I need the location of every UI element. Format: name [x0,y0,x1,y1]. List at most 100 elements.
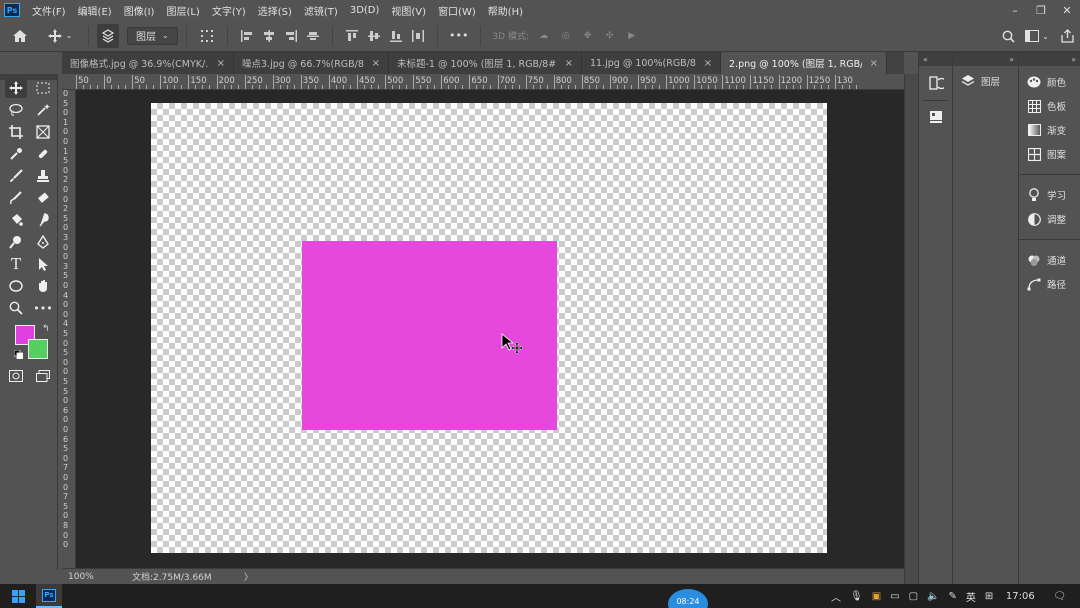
app-tray-icon[interactable]: ▣ [872,591,881,602]
align-left-icon[interactable] [236,24,258,48]
panel-collapse-bar[interactable]: » [1019,52,1080,66]
3d-roll-icon[interactable]: ◎ [555,24,577,48]
more-options-button[interactable]: ••• [446,24,472,48]
history-icon[interactable] [919,66,952,100]
workspace-icon[interactable]: ⌄ [1020,24,1054,48]
search-icon[interactable] [996,24,1020,48]
align-middle-icon[interactable] [363,24,385,48]
zoom-level[interactable]: 100% [62,572,132,582]
menu-type[interactable]: 文字(Y) [206,3,252,18]
dodge-tool-icon[interactable] [5,232,27,252]
home-icon[interactable] [0,24,40,48]
battery-icon[interactable]: ▭ [890,591,899,602]
more-tools-icon[interactable]: ••• [32,298,54,318]
microphone-icon[interactable]: 🎙 [850,591,863,602]
clock[interactable]: 17:06 [1002,591,1038,602]
restore-button[interactable]: ❐ [1028,0,1054,20]
minimize-button[interactable]: – [1002,0,1028,20]
pen-icon[interactable]: ✎ [949,591,957,602]
panel-item-patterns[interactable]: 图案 [1019,142,1080,166]
menu-file[interactable]: 文件(F) [26,3,72,18]
align-vertical-icon[interactable] [302,24,324,48]
close-icon[interactable]: × [870,58,878,69]
3d-slide-icon[interactable]: ✣ [599,24,621,48]
windows-start-icon[interactable] [0,584,36,608]
align-bottom-icon[interactable] [385,24,407,48]
eraser-tool-icon[interactable] [32,188,54,208]
canvas-workspace[interactable] [76,90,904,568]
menu-image[interactable]: 图像(I) [118,3,161,18]
default-colors-icon[interactable] [13,349,24,360]
healing-brush-tool-icon[interactable] [32,144,54,164]
magic-wand-tool-icon[interactable] [32,100,54,120]
display-icon[interactable]: ▢ [909,591,918,602]
notification-icon[interactable]: 🗨 [1053,591,1066,602]
ime-indicator[interactable]: 英 [966,589,976,604]
menu-filter[interactable]: 滤镜(T) [298,3,344,18]
paint-bucket-tool-icon[interactable] [5,210,27,230]
panel-item-channels[interactable]: 通道 [1019,248,1080,272]
move-tool-icon[interactable] [5,78,27,98]
3d-camera-icon[interactable]: ▶ [621,24,643,48]
layers-panel-tab[interactable]: 图层 [953,66,1018,96]
swap-colors-icon[interactable]: ↰ [42,324,50,334]
3d-orbit-icon[interactable]: ☁ [533,24,555,48]
screen-mode-icon[interactable] [32,366,54,386]
panel-item-paths[interactable]: 路径 [1019,272,1080,296]
panel-item-adjustments[interactable]: 调整 [1019,207,1080,231]
smudge-tool-icon[interactable] [32,210,54,230]
panel-item-color[interactable]: 颜色 [1019,70,1080,94]
close-icon[interactable]: × [704,58,712,69]
menu-layer[interactable]: 图层(L) [160,3,205,18]
tab-document-5[interactable]: 2.png @ 100% (图层 1, RGB/8) × [721,52,887,74]
marquee-tool-icon[interactable] [32,78,54,98]
pen-tool-icon[interactable] [32,232,54,252]
panel-item-learn[interactable]: 学习 [1019,183,1080,207]
history-brush-tool-icon[interactable] [5,188,27,208]
menu-help[interactable]: 帮助(H) [482,3,529,18]
hand-tool-icon[interactable] [32,276,54,296]
document-canvas[interactable] [151,103,827,553]
move-tool-preset-icon[interactable]: ⌄ [40,24,80,48]
eyedropper-tool-icon[interactable] [5,144,27,164]
align-right-icon[interactable] [280,24,302,48]
transform-controls-icon[interactable] [195,24,219,48]
ime-mode-icon[interactable]: ⊞ [985,591,993,602]
align-top-icon[interactable] [341,24,363,48]
panel-item-swatches[interactable]: 色板 [1019,94,1080,118]
distribute-icon[interactable] [407,24,429,48]
background-color-swatch[interactable] [28,339,48,359]
menu-window[interactable]: 窗口(W) [432,3,482,18]
frame-tool-icon[interactable] [32,122,54,142]
menu-edit[interactable]: 编辑(E) [72,3,118,18]
zoom-tool-icon[interactable] [5,298,27,318]
brush-tool-icon[interactable] [5,166,27,186]
panel-collapse-bar[interactable]: « [919,52,952,66]
tab-document-2[interactable]: 噪点3.jpg @ 66.7%(RGB/8... × [234,52,389,74]
share-icon[interactable] [1054,24,1080,48]
vertical-scrollbar[interactable] [904,74,918,584]
menu-select[interactable]: 选择(S) [252,3,298,18]
close-icon[interactable]: × [217,58,225,69]
align-center-h-icon[interactable] [258,24,280,48]
lasso-tool-icon[interactable] [5,100,27,120]
close-icon[interactable]: × [565,58,573,69]
tab-document-1[interactable]: 图像格式.jpg @ 36.9%(CMYK/... × [62,52,234,74]
path-selection-tool-icon[interactable] [32,254,54,274]
ellipse-tool-icon[interactable] [5,276,27,296]
menu-3d[interactable]: 3D(D) [344,5,386,16]
auto-select-icon[interactable] [97,23,119,48]
volume-icon[interactable]: 🔈 [927,591,939,602]
chevron-up-icon[interactable]: ︿ [831,589,841,604]
close-button[interactable]: ✕ [1054,0,1080,20]
tab-document-3[interactable]: 未标题-1 @ 100% (图层 1, RGB/8#... × [389,52,582,74]
3d-pan-icon[interactable]: ✥ [577,24,599,48]
menu-view[interactable]: 视图(V) [385,3,432,18]
panel-item-gradients[interactable]: 渐变 [1019,118,1080,142]
quick-mask-icon[interactable] [5,366,27,386]
crop-tool-icon[interactable] [5,122,27,142]
stamp-tool-icon[interactable] [32,166,54,186]
status-menu-arrow[interactable]: 〉 [244,570,253,583]
type-tool-icon[interactable]: T [5,254,27,274]
photoshop-taskbar-icon[interactable]: Ps [36,584,62,608]
